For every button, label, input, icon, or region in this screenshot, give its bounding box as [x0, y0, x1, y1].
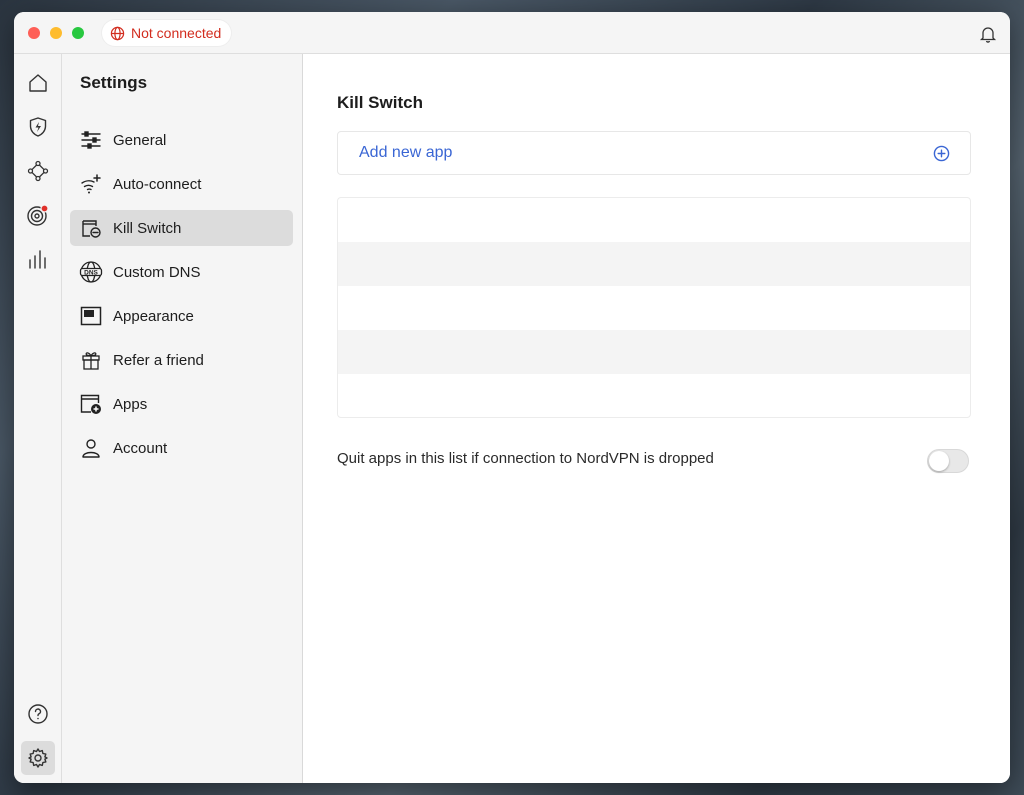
settings-sidebar: Settings General Auto-connect Kill Switc…	[62, 54, 303, 783]
add-new-app-button[interactable]: Add new app	[337, 131, 971, 175]
icon-rail	[14, 54, 62, 783]
target-icon	[26, 203, 50, 227]
sidebar-title: Settings	[80, 73, 148, 92]
rail-dark-web-monitor-button[interactable]	[21, 198, 55, 232]
shield-bolt-icon	[27, 116, 49, 138]
connection-status-text: Not connected	[131, 25, 222, 41]
app-window: Not connected Settings General Auto-conn…	[14, 12, 1010, 783]
list-item	[338, 330, 970, 374]
gift-icon	[79, 348, 103, 372]
home-icon	[27, 72, 49, 94]
sidebar-item-label: Refer a friend	[113, 351, 204, 369]
add-app-icon	[79, 392, 103, 416]
sidebar-item-label: General	[113, 131, 167, 149]
sidebar-item-kill-switch[interactable]: Kill Switch	[70, 210, 293, 246]
minimize-window-button[interactable]	[50, 27, 62, 39]
sidebar-item-general[interactable]: General	[70, 122, 293, 158]
sidebar-item-appearance[interactable]: Appearance	[70, 298, 293, 334]
quit-apps-label: Quit apps in this list if connection to …	[337, 450, 714, 467]
rail-settings-button[interactable]	[21, 741, 55, 775]
list-item	[338, 374, 970, 417]
mesh-nodes-icon	[27, 160, 49, 182]
quit-apps-toggle[interactable]	[927, 449, 969, 473]
app-list	[337, 197, 971, 418]
wifi-sparkle-icon	[79, 172, 103, 196]
sidebar-item-label: Auto-connect	[113, 175, 202, 193]
page-title: Kill Switch	[337, 93, 423, 112]
sidebar-item-label: Appearance	[113, 307, 194, 325]
sidebar-item-label: Apps	[113, 395, 148, 413]
globe-icon	[110, 26, 125, 41]
rail-help-button[interactable]	[21, 697, 55, 731]
sidebar-item-label: Account	[113, 439, 168, 457]
sidebar-item-label: Kill Switch	[113, 219, 182, 237]
sidebar-item-custom-dns[interactable]: DNS Custom DNS	[70, 254, 293, 290]
list-item	[338, 286, 970, 330]
sidebar-item-refer-a-friend[interactable]: Refer a friend	[70, 342, 293, 378]
add-new-app-label: Add new app	[359, 144, 453, 161]
rail-threat-protection-button[interactable]	[21, 110, 55, 144]
bell-icon[interactable]	[978, 24, 998, 44]
toggle-knob	[929, 451, 949, 471]
window-icon	[79, 304, 103, 328]
title-bar: Not connected	[14, 12, 1010, 54]
sidebar-item-auto-connect[interactable]: Auto-connect	[70, 166, 293, 202]
plus-circle-icon	[933, 145, 950, 162]
bar-chart-icon	[27, 248, 49, 270]
sidebar-item-label: Custom DNS	[113, 263, 201, 281]
close-window-button[interactable]	[28, 27, 40, 39]
sliders-icon	[79, 128, 103, 152]
rail-statistics-button[interactable]	[21, 242, 55, 276]
question-icon	[27, 703, 49, 725]
rail-meshnet-button[interactable]	[21, 154, 55, 188]
person-icon	[79, 436, 103, 460]
zoom-window-button[interactable]	[72, 27, 84, 39]
connection-status[interactable]: Not connected	[102, 20, 232, 46]
kill-switch-icon	[79, 216, 103, 240]
dns-globe-icon: DNS	[79, 260, 103, 284]
kill-switch-panel: Kill Switch Add new app Quit apps in thi…	[304, 54, 1010, 783]
list-item	[338, 198, 970, 242]
sidebar-item-apps[interactable]: Apps	[70, 386, 293, 422]
svg-text:DNS: DNS	[84, 269, 98, 276]
gear-icon	[27, 747, 49, 769]
sidebar-item-account[interactable]: Account	[70, 430, 293, 466]
rail-home-button[interactable]	[21, 66, 55, 100]
list-item	[338, 242, 970, 286]
